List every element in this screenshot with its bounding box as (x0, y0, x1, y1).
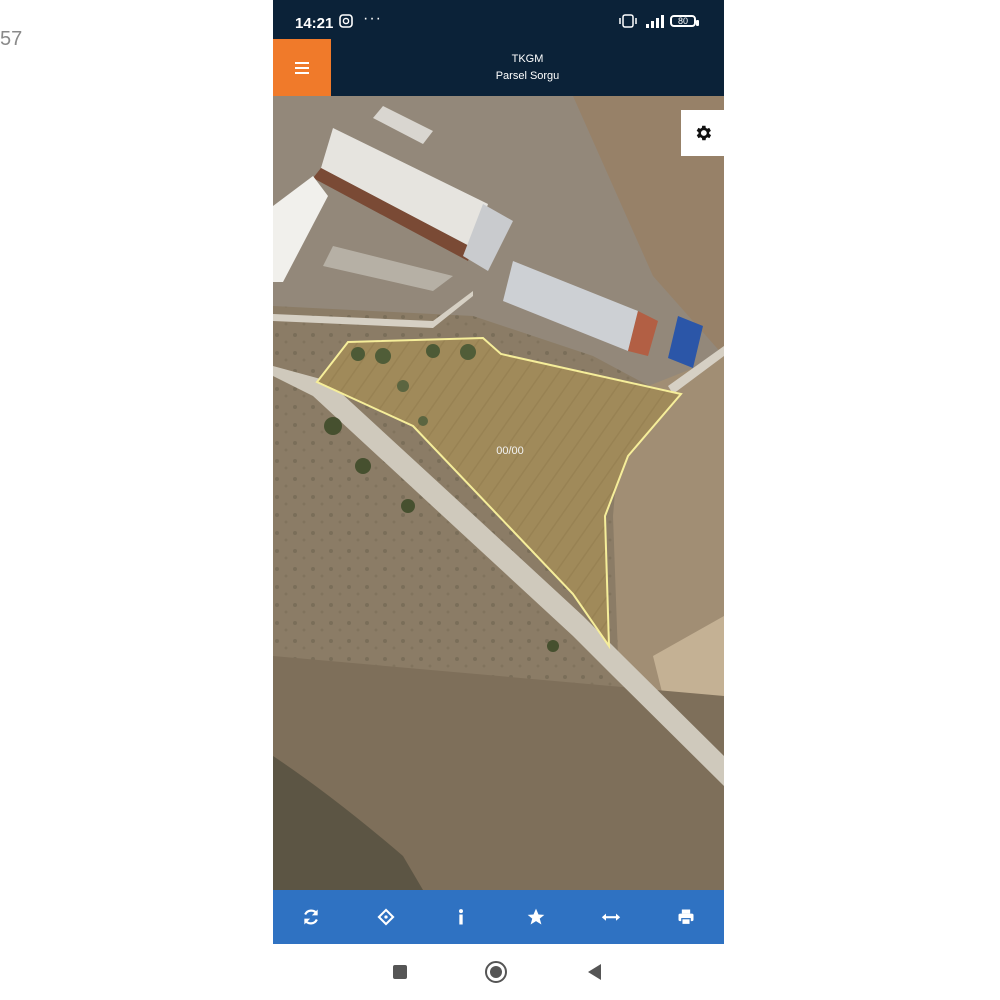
home-button[interactable] (484, 960, 508, 984)
locate-button[interactable] (365, 896, 407, 938)
phone-screen: 14:21 ··· 80 TKGM Parsel Sorgu 00/00 (273, 0, 724, 1000)
tree (401, 499, 415, 513)
app-title: TKGM (511, 53, 544, 65)
tree (426, 344, 440, 358)
measure-button[interactable] (590, 896, 632, 938)
tree (355, 458, 371, 474)
recent-apps-button[interactable] (388, 960, 412, 984)
refresh-icon (303, 909, 318, 925)
gear-icon (696, 125, 711, 141)
edge-fragment-text: 57 (0, 28, 23, 50)
locate-icon (377, 908, 395, 926)
tree (351, 347, 365, 361)
favorite-button[interactable] (515, 896, 557, 938)
status-time: 14:21 (295, 15, 334, 32)
star-icon (527, 908, 545, 925)
home-icon (485, 961, 507, 983)
parcel-number-label: 00/00 (496, 445, 524, 457)
notification-icon (339, 14, 353, 28)
print-button[interactable] (665, 896, 707, 938)
back-button[interactable] (583, 960, 607, 984)
tree (418, 416, 428, 426)
app-header: TKGM Parsel Sorgu (273, 39, 724, 96)
app-subtitle: Parsel Sorgu (495, 70, 560, 82)
status-right-group: 80 (618, 14, 699, 28)
battery-icon: 80 (670, 15, 699, 27)
bottom-toolbar (273, 890, 724, 944)
settings-button[interactable] (681, 110, 724, 156)
satellite-map[interactable]: 00/00 (273, 96, 724, 890)
print-icon (678, 909, 694, 926)
system-nav-bar (273, 944, 724, 1000)
map-imagery: 00/00 (273, 96, 724, 890)
recent-apps-icon (393, 965, 407, 979)
menu-button[interactable] (273, 39, 331, 96)
header-titles: TKGM Parsel Sorgu (331, 39, 724, 96)
tree (375, 348, 391, 364)
hamburger-menu-icon (295, 61, 309, 74)
measure-icon (602, 913, 621, 921)
vibrate-icon (619, 14, 637, 28)
back-icon (588, 964, 601, 980)
more-notifications-icon: ··· (363, 10, 382, 27)
signal-icon (646, 15, 664, 28)
tree (324, 417, 342, 435)
refresh-button[interactable] (290, 896, 332, 938)
tree (397, 380, 409, 392)
info-icon (458, 909, 463, 925)
tree (547, 640, 559, 652)
tree (460, 344, 476, 360)
info-button[interactable] (440, 896, 482, 938)
